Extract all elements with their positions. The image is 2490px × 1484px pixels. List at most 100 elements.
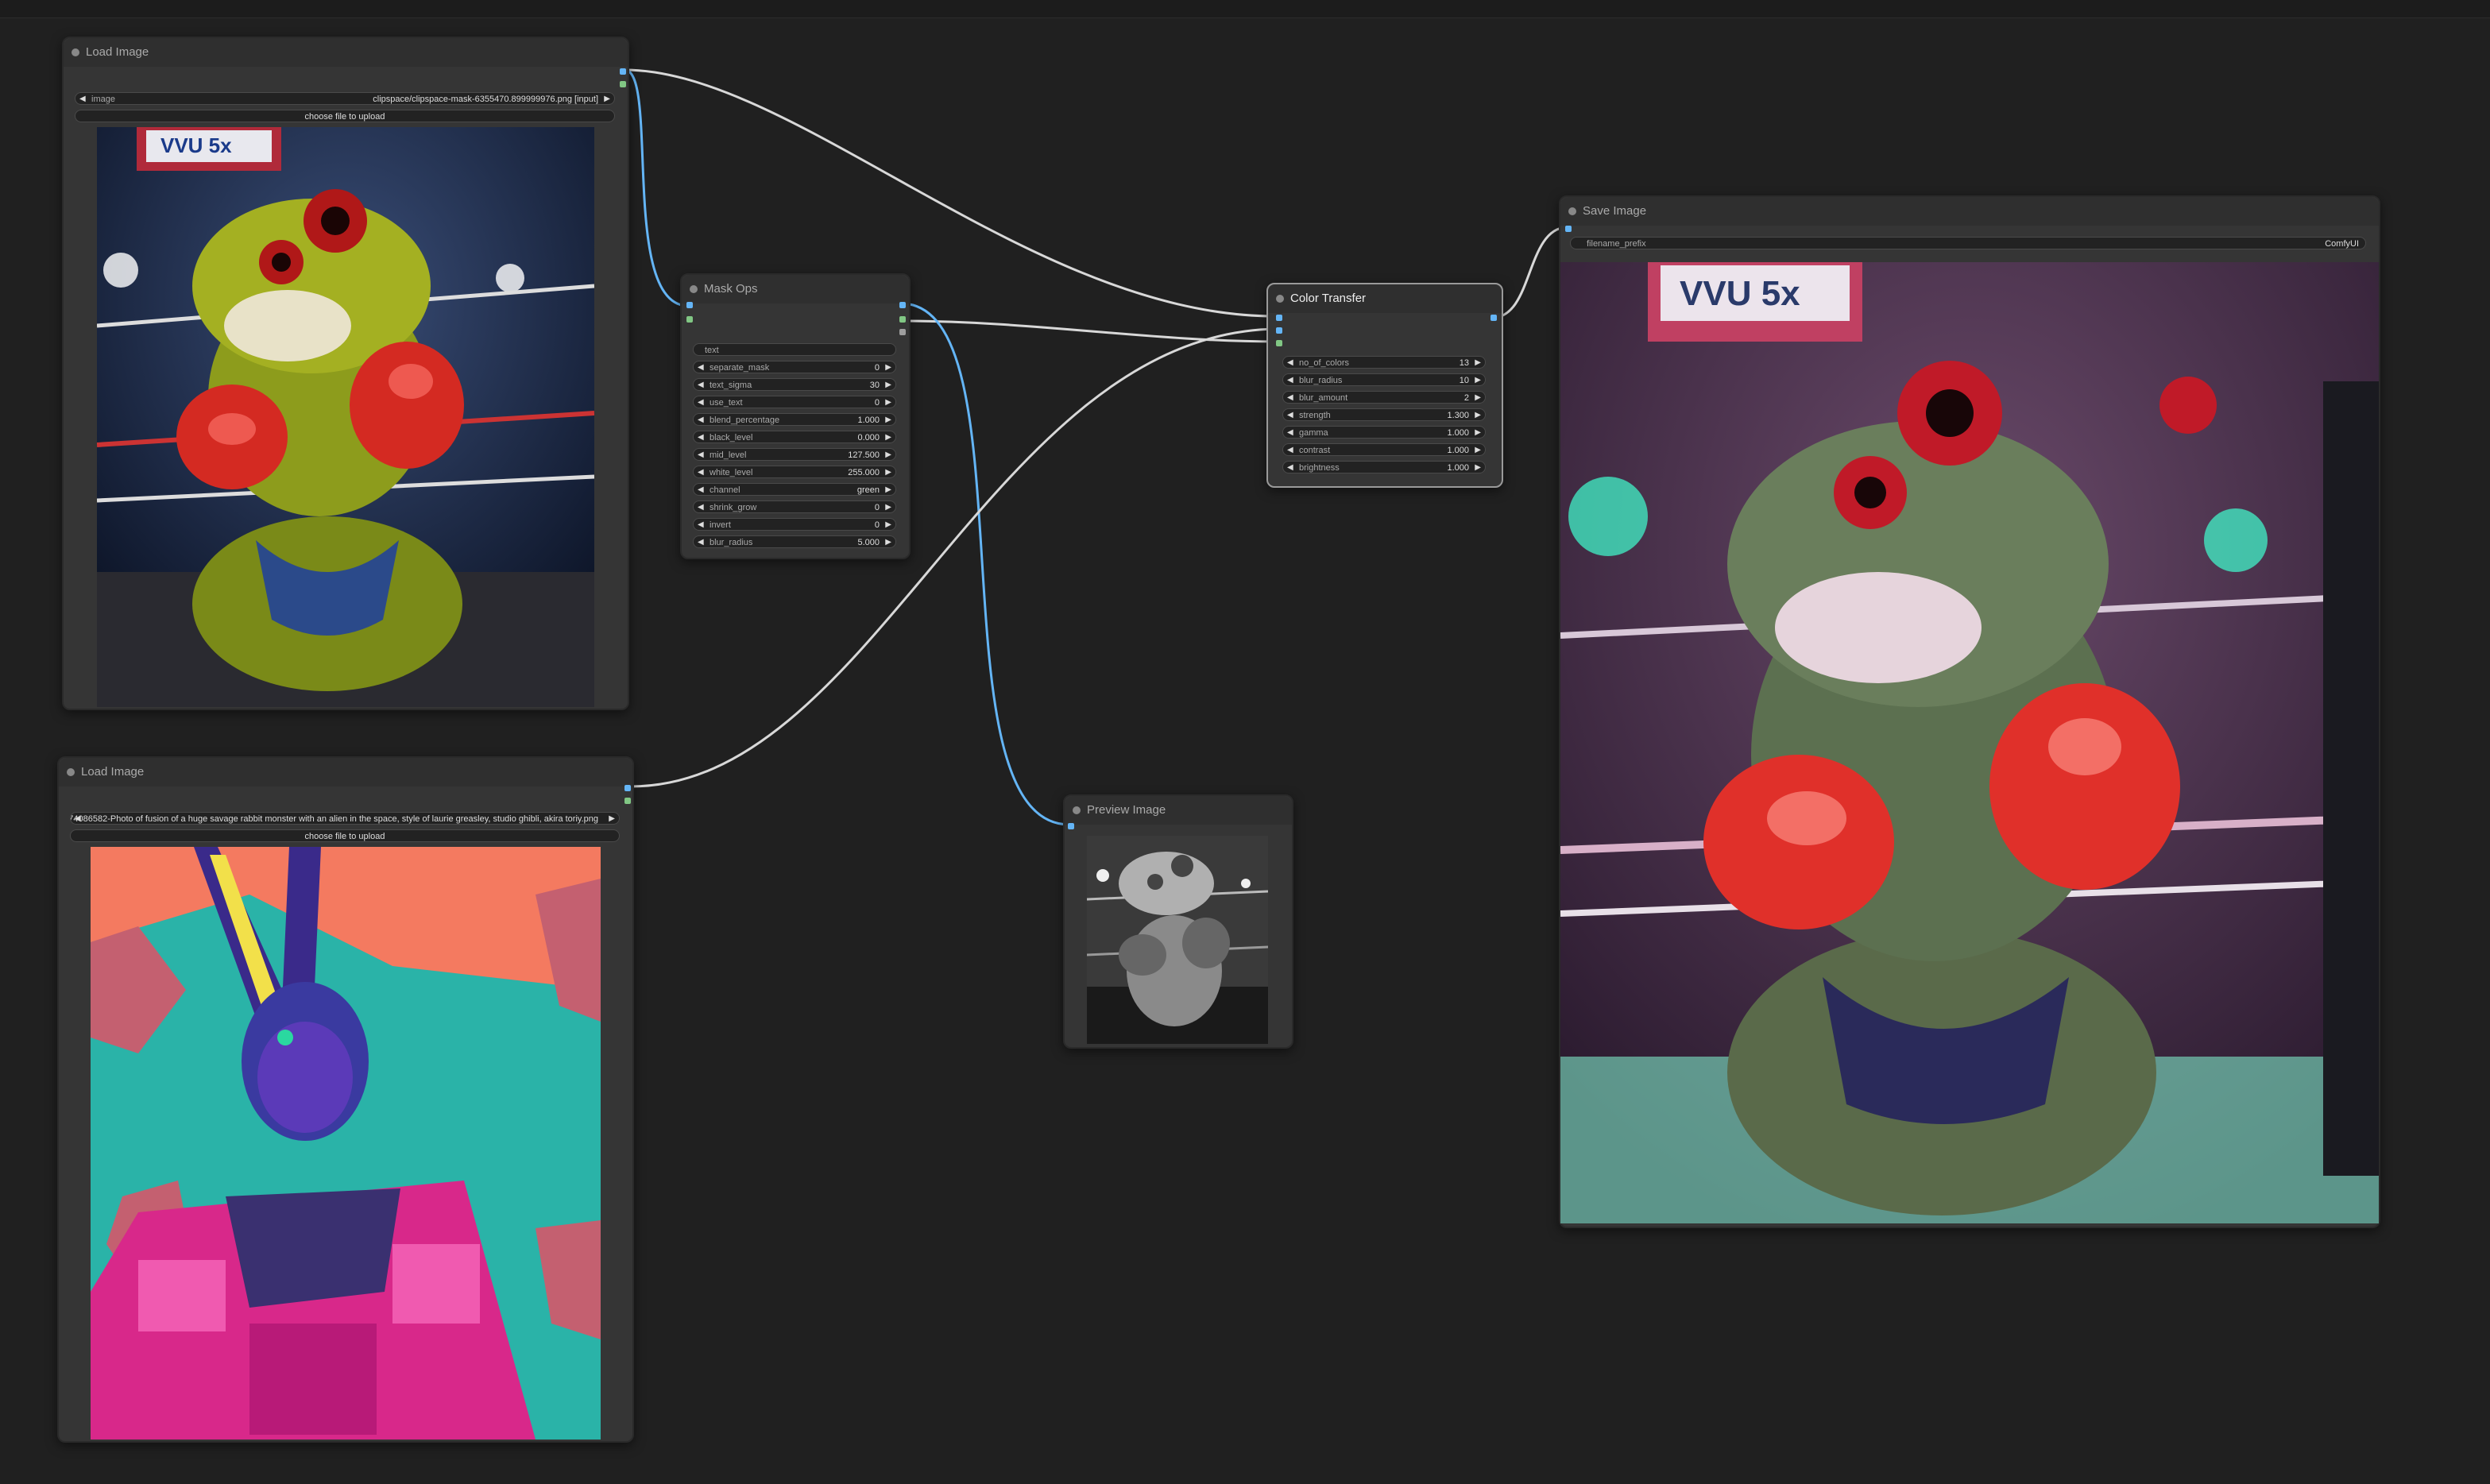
collapse-dot-icon[interactable] [72, 48, 79, 56]
decrement-arrow-icon[interactable]: ◀ [1287, 357, 1293, 368]
increment-arrow-icon[interactable]: ▶ [1475, 462, 1481, 473]
mask-input-port[interactable] [686, 316, 693, 323]
increment-arrow-icon[interactable]: ▶ [885, 501, 891, 512]
widget-channel[interactable]: ◀ channel green ▶ [693, 483, 896, 496]
increment-arrow-icon[interactable]: ▶ [604, 93, 610, 104]
image-input-port[interactable] [686, 302, 693, 308]
image-output-port[interactable] [1491, 315, 1497, 321]
decrement-arrow-icon[interactable]: ◀ [698, 484, 704, 495]
increment-arrow-icon[interactable]: ▶ [1475, 444, 1481, 455]
increment-arrow-icon[interactable]: ▶ [885, 484, 891, 495]
collapse-dot-icon[interactable] [1568, 207, 1576, 215]
increment-arrow-icon[interactable]: ▶ [885, 536, 891, 547]
node-title-bar[interactable]: Save Image [1560, 197, 2379, 226]
decrement-arrow-icon[interactable]: ◀ [698, 466, 704, 477]
widget-invert[interactable]: ◀ invert 0 ▶ [693, 518, 896, 531]
increment-arrow-icon[interactable]: ▶ [885, 361, 891, 373]
preview-image-node[interactable]: Preview Image [1063, 794, 1293, 1049]
node-title-bar[interactable]: Preview Image [1065, 796, 1292, 825]
node-title: Preview Image [1087, 803, 1166, 817]
image-combo-widget[interactable]: ◀ image clipspace/clipspace-mask-6355470… [75, 92, 615, 105]
widget-blur-radius[interactable]: ◀ blur_radius 5.000 ▶ [693, 535, 896, 548]
images-input-port[interactable] [1565, 226, 1572, 232]
increment-arrow-icon[interactable]: ▶ [1475, 374, 1481, 385]
widget-gamma[interactable]: ◀ gamma 1.000 ▶ [1282, 426, 1486, 439]
widget-black-level[interactable]: ◀ black_level 0.000 ▶ [693, 431, 896, 443]
decrement-arrow-icon[interactable]: ◀ [698, 414, 704, 425]
increment-arrow-icon[interactable]: ▶ [1475, 357, 1481, 368]
node-title-bar[interactable]: Color Transfer [1268, 284, 1502, 313]
decrement-arrow-icon[interactable]: ◀ [698, 361, 704, 373]
decrement-arrow-icon[interactable]: ◀ [1287, 427, 1293, 438]
image-combo-widget[interactable]: ◀ 14387-3274086582-Photo of fusion of a … [70, 812, 620, 825]
decrement-arrow-icon[interactable]: ◀ [79, 93, 86, 104]
upload-button[interactable]: choose file to upload [70, 829, 620, 842]
increment-arrow-icon[interactable]: ▶ [1475, 409, 1481, 420]
increment-arrow-icon[interactable]: ▶ [885, 379, 891, 390]
collapse-dot-icon[interactable] [1276, 295, 1284, 303]
decrement-arrow-icon[interactable]: ◀ [1287, 409, 1293, 420]
collapse-dot-icon[interactable] [67, 768, 75, 776]
widget-no-of-colors[interactable]: ◀ no_of_colors 13 ▶ [1282, 356, 1486, 369]
widget-strength[interactable]: ◀ strength 1.300 ▶ [1282, 408, 1486, 421]
color-transfer-node[interactable]: Color Transfer ◀ no_of_colors 13 ▶ ◀ blur_rad… [1266, 283, 1503, 488]
increment-arrow-icon[interactable]: ▶ [885, 466, 891, 477]
decrement-arrow-icon[interactable]: ◀ [1287, 462, 1293, 473]
mask-output-port[interactable] [624, 798, 631, 804]
widget-separate-mask[interactable]: ◀ separate_mask 0 ▶ [693, 361, 896, 373]
increment-arrow-icon[interactable]: ▶ [1475, 392, 1481, 403]
image-input-port[interactable] [1068, 823, 1074, 829]
decrement-arrow-icon[interactable]: ◀ [1287, 444, 1293, 455]
image-output-port[interactable] [624, 785, 631, 791]
target-image-input-port[interactable] [1276, 315, 1282, 321]
mask-input-port[interactable] [1276, 340, 1282, 346]
decrement-arrow-icon[interactable]: ◀ [698, 379, 704, 390]
mask-mapping-output-port[interactable] [899, 329, 906, 335]
widget-white-level[interactable]: ◀ white_level 255.000 ▶ [693, 466, 896, 478]
decrement-arrow-icon[interactable]: ◀ [1287, 392, 1293, 403]
node-title-bar[interactable]: Load Image [64, 38, 628, 67]
mask-output-port[interactable] [899, 316, 906, 323]
widget-label: channel [709, 485, 740, 495]
widget-text-sigma[interactable]: ◀ text_sigma 30 ▶ [693, 378, 896, 391]
collapse-dot-icon[interactable] [1073, 806, 1081, 814]
decrement-arrow-icon[interactable]: ◀ [698, 536, 704, 547]
decrement-arrow-icon[interactable]: ◀ [698, 431, 704, 442]
widget-brightness[interactable]: ◀ brightness 1.000 ▶ [1282, 461, 1486, 473]
mask-output-port[interactable] [620, 81, 626, 87]
increment-arrow-icon[interactable]: ▶ [885, 396, 891, 408]
decrement-arrow-icon[interactable]: ◀ [1287, 374, 1293, 385]
increment-arrow-icon[interactable]: ▶ [885, 431, 891, 442]
upload-button[interactable]: choose file to upload [75, 110, 615, 122]
link-colortransfer-to-save [1491, 226, 1568, 319]
filename-prefix-input[interactable]: filename_prefix ComfyUI [1570, 237, 2366, 249]
decrement-arrow-icon[interactable]: ◀ [698, 519, 704, 530]
save-image-node[interactable]: Save Image filename_prefix ComfyUI VVU 5… [1559, 195, 2380, 1228]
node-title-bar[interactable]: Mask Ops [682, 275, 909, 303]
widget-contrast[interactable]: ◀ contrast 1.000 ▶ [1282, 443, 1486, 456]
load-image-node-1[interactable]: Load Image ◀ image clipspace/clipspace-m… [62, 37, 629, 710]
decrement-arrow-icon[interactable]: ◀ [698, 449, 704, 460]
mask-ops-node[interactable]: Mask Ops text ◀ separate_mask 0 ▶ ◀ text_sigm… [680, 273, 911, 559]
node-title-bar[interactable]: Load Image [59, 758, 632, 786]
widget-use-text[interactable]: ◀ use_text 0 ▶ [693, 396, 896, 408]
text-input-field[interactable]: text [693, 343, 896, 356]
increment-arrow-icon[interactable]: ▶ [885, 449, 891, 460]
increment-arrow-icon[interactable]: ▶ [885, 414, 891, 425]
widget-value: ComfyUI [2325, 239, 2359, 249]
decrement-arrow-icon[interactable]: ◀ [698, 501, 704, 512]
widget-mid-level[interactable]: ◀ mid_level 127.500 ▶ [693, 448, 896, 461]
widget-blur-radius[interactable]: ◀ blur_radius 10 ▶ [1282, 373, 1486, 386]
source-image-input-port[interactable] [1276, 327, 1282, 334]
widget-blend-percentage[interactable]: ◀ blend_percentage 1.000 ▶ [693, 413, 896, 426]
image-output-port[interactable] [620, 68, 626, 75]
increment-arrow-icon[interactable]: ▶ [1475, 427, 1481, 438]
increment-arrow-icon[interactable]: ▶ [609, 813, 615, 824]
increment-arrow-icon[interactable]: ▶ [885, 519, 891, 530]
widget-shrink-grow[interactable]: ◀ shrink_grow 0 ▶ [693, 500, 896, 513]
collapse-dot-icon[interactable] [690, 285, 698, 293]
image-output-port[interactable] [899, 302, 906, 308]
widget-blur-amount[interactable]: ◀ blur_amount 2 ▶ [1282, 391, 1486, 404]
decrement-arrow-icon[interactable]: ◀ [698, 396, 704, 408]
load-image-node-2[interactable]: Load Image ◀ 14387-3274086582-Photo of f… [57, 756, 634, 1443]
